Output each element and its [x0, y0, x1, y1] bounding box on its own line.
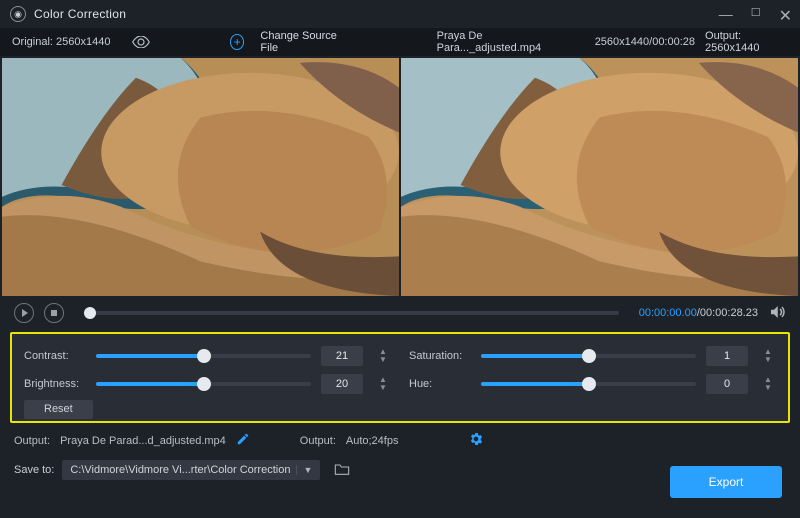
save-to-label: Save to: [14, 464, 54, 476]
hue-control: Hue: 0 ▲▼ [409, 374, 776, 394]
hue-value[interactable]: 0 [706, 374, 748, 394]
path-dropdown-icon[interactable]: ▼ [296, 465, 312, 475]
output-file-label: Output: [14, 435, 50, 447]
contrast-stepper[interactable]: ▲▼ [375, 346, 391, 366]
brightness-stepper[interactable]: ▲▼ [375, 374, 391, 394]
rename-icon[interactable] [236, 432, 250, 449]
volume-icon[interactable] [768, 303, 786, 324]
output-row: Output: Praya De Parad...d_adjusted.mp4 … [0, 429, 800, 452]
saturation-slider[interactable] [481, 354, 696, 358]
save-path: C:\Vidmore\Vidmore Vi...rter\Color Corre… [70, 464, 290, 476]
save-path-box[interactable]: C:\Vidmore\Vidmore Vi...rter\Color Corre… [62, 460, 320, 480]
brightness-slider[interactable] [96, 382, 311, 386]
brightness-label: Brightness: [24, 378, 86, 390]
color-sliders-panel: Contrast: 21 ▲▼ Saturation: 1 ▲▼ Brightn… [10, 332, 790, 423]
titlebar: ◉ Color Correction — ☐ ✕ [0, 0, 800, 28]
output-file-name: Praya De Parad...d_adjusted.mp4 [60, 435, 226, 447]
contrast-control: Contrast: 21 ▲▼ [24, 346, 391, 366]
saturation-control: Saturation: 1 ▲▼ [409, 346, 776, 366]
window-title: Color Correction [34, 7, 126, 21]
saturation-stepper[interactable]: ▲▼ [760, 346, 776, 366]
timecode: 00:00:00.00/00:00:28.23 [639, 307, 758, 319]
original-label: Original: 2560x1440 [12, 36, 110, 48]
play-button[interactable] [14, 303, 34, 323]
saturation-label: Saturation: [409, 350, 471, 362]
preview-area [0, 56, 800, 296]
eye-icon[interactable] [132, 36, 150, 48]
info-toolbar: Original: 2560x1440 + Change Source File… [0, 28, 800, 56]
close-button[interactable]: ✕ [779, 6, 792, 26]
output-format-value: Auto;24fps [346, 435, 399, 447]
change-source-button[interactable]: Change Source File [260, 30, 346, 54]
hue-label: Hue: [409, 378, 471, 390]
output-dimension: Output: 2560x1440 [705, 30, 788, 54]
minimize-button[interactable]: — [719, 6, 733, 26]
open-folder-icon[interactable] [334, 462, 350, 479]
contrast-slider[interactable] [96, 354, 311, 358]
stop-button[interactable] [44, 303, 64, 323]
preview-original [2, 58, 399, 296]
source-filename: Praya De Para..._adjusted.mp4 [437, 30, 573, 54]
output-format-label: Output: [300, 435, 336, 447]
maximize-button[interactable]: ☐ [751, 6, 761, 26]
hue-slider[interactable] [481, 382, 696, 386]
hue-stepper[interactable]: ▲▼ [760, 374, 776, 394]
transport-bar: 00:00:00.00/00:00:28.23 [0, 296, 800, 330]
source-info: 2560x1440/00:00:28 [595, 36, 695, 48]
brightness-value[interactable]: 20 [321, 374, 363, 394]
add-source-icon[interactable]: + [230, 34, 244, 50]
contrast-label: Contrast: [24, 350, 86, 362]
contrast-value[interactable]: 21 [321, 346, 363, 366]
brightness-control: Brightness: 20 ▲▼ [24, 374, 391, 394]
export-button[interactable]: Export [670, 466, 782, 498]
reset-button[interactable]: Reset [24, 400, 93, 419]
preview-output [401, 58, 798, 296]
settings-icon[interactable] [468, 431, 484, 450]
seek-slider[interactable] [84, 311, 619, 315]
app-logo-icon: ◉ [10, 6, 26, 22]
saturation-value[interactable]: 1 [706, 346, 748, 366]
